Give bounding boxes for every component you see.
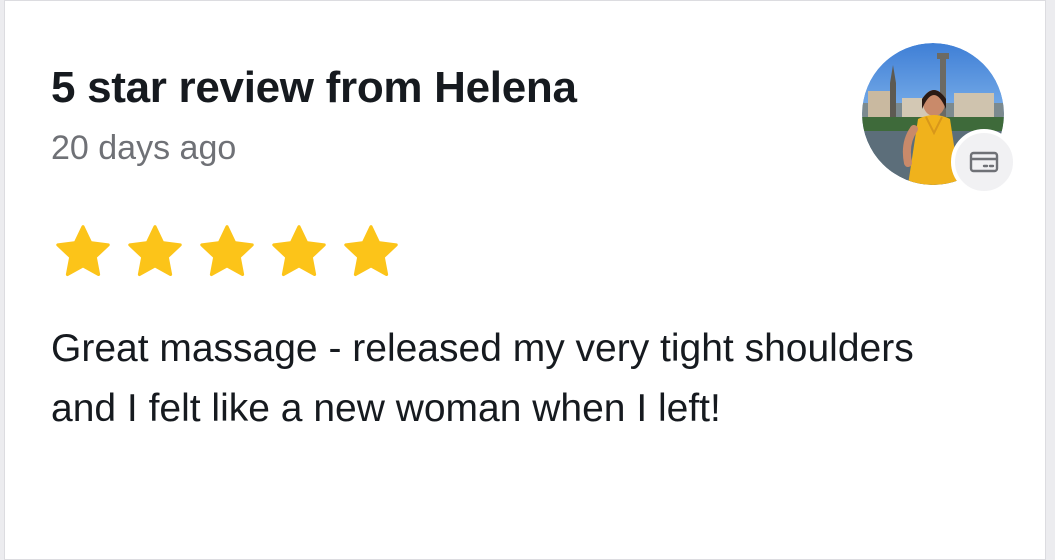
star-icon bbox=[128, 225, 182, 277]
star-icon bbox=[56, 225, 110, 277]
star-icon bbox=[272, 225, 326, 277]
star-icon bbox=[344, 225, 398, 277]
review-text: Great massage - released my very tight s… bbox=[51, 327, 914, 430]
review-title: 5 star review from Helena bbox=[51, 63, 577, 112]
review-card: 5 star review from Helena 20 days ago Gr… bbox=[4, 0, 1046, 560]
payment-card-icon bbox=[969, 151, 999, 173]
star-icon bbox=[200, 225, 254, 277]
payment-badge bbox=[951, 129, 1017, 195]
star-rating bbox=[51, 221, 403, 283]
review-timestamp: 20 days ago bbox=[51, 129, 237, 167]
